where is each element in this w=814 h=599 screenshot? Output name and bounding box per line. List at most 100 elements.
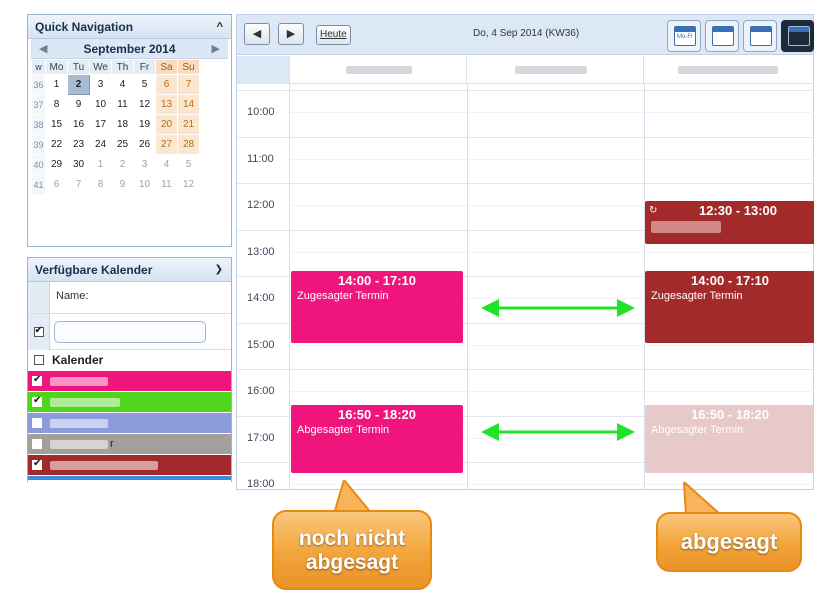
calendar-item[interactable]: r <box>28 434 231 454</box>
work-week-view-button[interactable]: Mo-Fr <box>667 20 701 52</box>
event-cancelled-right[interactable]: 16:50 - 18:20 Abgesagter Termin <box>645 405 814 473</box>
day-cell[interactable]: 7 <box>67 174 90 195</box>
previous-button[interactable]: ◀ <box>244 23 270 45</box>
day-cell[interactable]: 4 <box>111 74 134 95</box>
hour-label: 12:00 <box>247 199 275 211</box>
available-calendars-header[interactable]: Verfügbare Kalender ❯ <box>28 258 231 282</box>
calendar-checkbox[interactable] <box>32 418 42 428</box>
mini-calendar-header: ◀ September 2014 ▶ <box>31 39 228 59</box>
blurred-event-title <box>651 221 721 233</box>
day-cell[interactable]: 10 <box>133 174 156 195</box>
hour-label: 17:00 <box>247 431 275 444</box>
list-view-button[interactable] <box>743 20 777 52</box>
hour-label: 11:00 <box>247 152 274 165</box>
group-checkbox[interactable] <box>34 355 44 365</box>
day-cell[interactable]: 25 <box>111 134 134 155</box>
timeline-view-button[interactable] <box>781 20 814 52</box>
next-button[interactable]: ▶ <box>278 23 304 45</box>
day-header: We <box>89 59 112 75</box>
calendar-item[interactable] <box>28 371 231 391</box>
available-calendars-panel: Verfügbare Kalender ❯ Name: Kalender r <box>27 257 232 482</box>
week-row: 36 1 2 3 4 5 6 7 <box>31 74 200 95</box>
day-cell[interactable]: 30 <box>67 154 90 175</box>
day-cell[interactable]: 8 <box>89 174 112 195</box>
event-short-right[interactable]: ↻ 12:30 - 13:00 <box>645 201 814 244</box>
day-cell[interactable]: 23 <box>67 134 90 155</box>
today-button[interactable]: Heute <box>316 25 351 45</box>
callout-cancelled: abgesagt <box>656 512 802 572</box>
day-header: Th <box>111 59 134 75</box>
day-cell[interactable]: 27 <box>155 134 178 155</box>
day-cell[interactable]: 28 <box>177 134 200 155</box>
triangle-right-icon[interactable]: ▶ <box>212 39 220 59</box>
calendar-item[interactable] <box>28 392 231 412</box>
week-row: 37 8 9 10 11 12 13 14 <box>31 94 200 115</box>
day-cell[interactable]: 29 <box>45 154 68 175</box>
day-cell[interactable]: 19 <box>133 114 156 135</box>
event-title: Zugesagter Termin <box>297 290 389 302</box>
day-cell[interactable]: 21 <box>177 114 200 135</box>
half-hour-line <box>290 112 814 113</box>
week-row: 41 6 7 8 9 10 11 12 <box>31 174 200 195</box>
calendar-checkbox[interactable] <box>32 439 42 449</box>
day-cell[interactable]: 12 <box>177 174 200 195</box>
event-title: Zugesagter Termin <box>651 290 743 302</box>
select-all-checkbox[interactable] <box>33 325 44 337</box>
day-cell[interactable]: 9 <box>67 94 90 115</box>
day-cell[interactable]: 18 <box>111 114 134 135</box>
calendar-checkbox[interactable] <box>32 458 42 470</box>
column-header[interactable] <box>644 56 814 84</box>
event-title: Abgesagter Termin <box>651 424 744 436</box>
day-cell[interactable]: 11 <box>111 94 134 115</box>
calendar-checkbox[interactable] <box>32 374 42 386</box>
week-number: 38 <box>31 114 46 135</box>
day-cell[interactable]: 24 <box>89 134 112 155</box>
day-cell[interactable]: 3 <box>89 74 112 95</box>
day-cell[interactable]: 5 <box>177 154 200 175</box>
day-cell[interactable]: 6 <box>155 74 178 95</box>
chevron-down-icon[interactable]: ❯ <box>215 258 223 282</box>
event-accepted-left[interactable]: 14:00 - 17:10 Zugesagter Termin <box>291 271 463 343</box>
day-cell[interactable]: 22 <box>45 134 68 155</box>
day-cell[interactable]: 10 <box>89 94 112 115</box>
day-cell[interactable]: 26 <box>133 134 156 155</box>
column-header[interactable] <box>290 56 467 84</box>
column-header[interactable] <box>467 56 644 84</box>
month-label: September 2014 <box>83 42 176 56</box>
day-cell[interactable]: 1 <box>89 154 112 175</box>
day-cell[interactable]: 14 <box>177 94 200 115</box>
calendar-item[interactable] <box>28 413 231 433</box>
day-cell[interactable]: 8 <box>45 94 68 115</box>
day-cell[interactable]: 6 <box>45 174 68 195</box>
week-row: 39 22 23 24 25 26 27 28 <box>31 134 200 155</box>
calendar-checkbox[interactable] <box>32 395 42 407</box>
calendar-filter-input[interactable] <box>54 320 206 343</box>
day-cell[interactable]: 17 <box>89 114 112 135</box>
day-cell[interactable]: 7 <box>177 74 200 95</box>
day-cell[interactable]: 1 <box>45 74 68 95</box>
day-cell[interactable]: 11 <box>155 174 178 195</box>
day-cell[interactable]: 2 <box>111 154 134 175</box>
quick-navigation-header[interactable]: Quick Navigation ^ <box>28 15 231 39</box>
day-cell[interactable]: 20 <box>155 114 178 135</box>
collapse-up-icon[interactable]: ^ <box>217 15 223 39</box>
calendar-group: Kalender <box>28 350 231 370</box>
half-hour-line <box>290 391 814 392</box>
day-cell[interactable]: 13 <box>155 94 178 115</box>
event-cancelled-left[interactable]: 16:50 - 18:20 Abgesagter Termin <box>291 405 463 473</box>
event-accepted-right[interactable]: 14:00 - 17:10 Zugesagter Termin <box>645 271 814 343</box>
day-cell[interactable]: 3 <box>133 154 156 175</box>
day-view-button[interactable] <box>705 20 739 52</box>
mini-calendar: w Mo Tu We Th Fr Sa Su 36 1 2 3 4 5 6 7 37 8 9 10 11… <box>31 59 200 195</box>
day-cell[interactable]: 12 <box>133 94 156 115</box>
day-cell[interactable]: 15 <box>45 114 68 135</box>
day-cell[interactable]: 5 <box>133 74 156 95</box>
half-hour-line <box>290 344 814 346</box>
day-cell[interactable]: 4 <box>155 154 178 175</box>
day-cell[interactable]: 9 <box>111 174 134 195</box>
day-cell[interactable]: 16 <box>67 114 90 135</box>
calendar-item[interactable] <box>28 455 231 475</box>
day-header: Sa <box>155 59 178 75</box>
event-time: 14:00 - 17:10 <box>690 273 770 288</box>
day-cell[interactable]: 2 <box>67 74 90 95</box>
